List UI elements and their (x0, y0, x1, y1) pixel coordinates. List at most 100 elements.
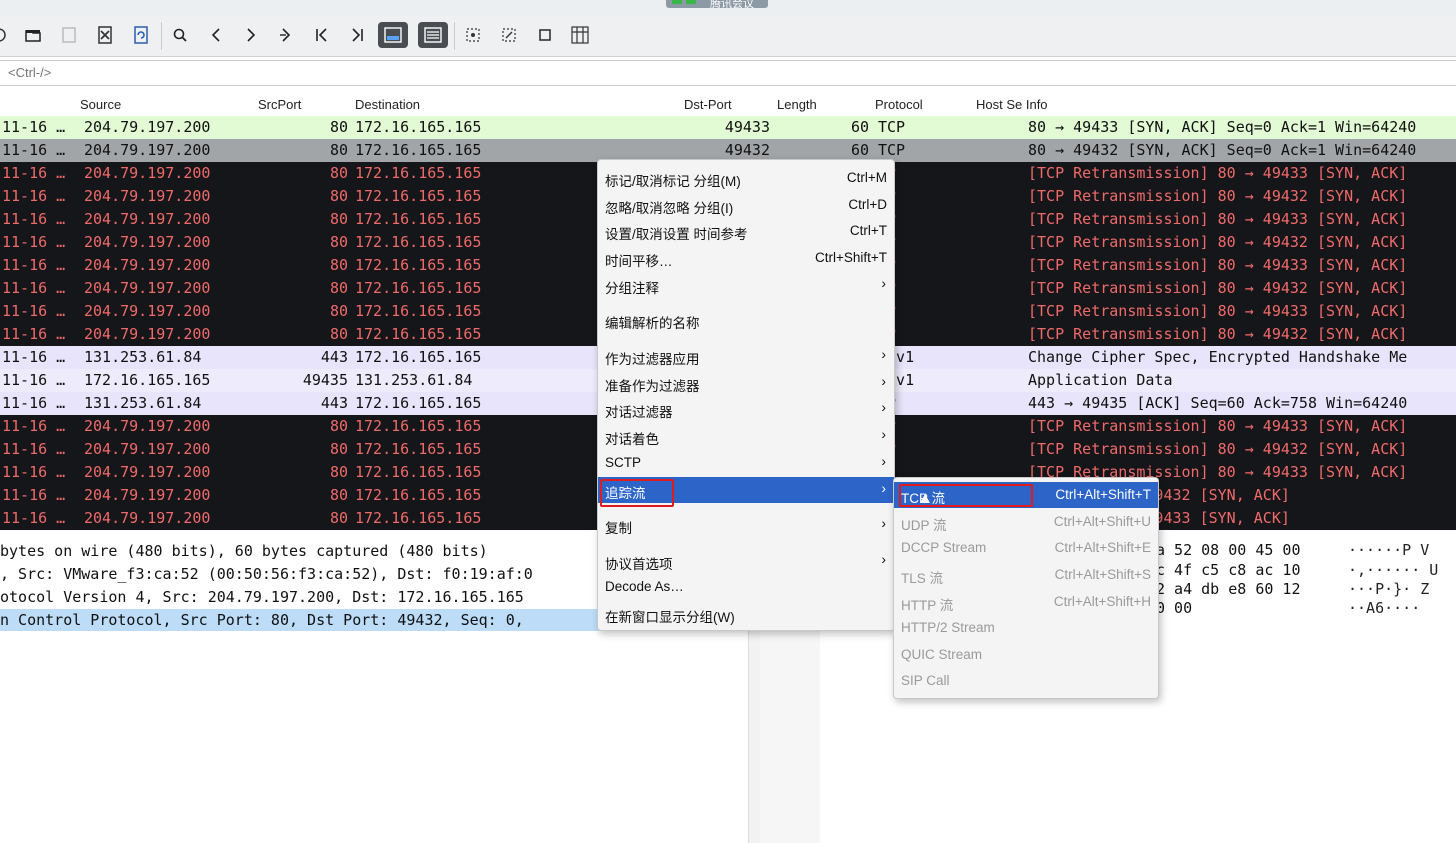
cell-len: 60 (850, 118, 869, 136)
cell-info: 80 → 49433 [SYN, ACK] Seq=0 Ack=1 Win=64… (1028, 118, 1417, 136)
cell-info: [TCP Retransmission] 80 → 49433 [SYN, AC… (1028, 417, 1408, 435)
autoscroll-icon[interactable] (378, 22, 408, 48)
cell-dst: 172.16.165.165 (355, 302, 482, 320)
cell-info: [TCP Retransmission] 80 → 49433 [SYN, AC… (1028, 164, 1408, 182)
cell-time: 11-16 … (2, 187, 66, 205)
chevron-right-icon: › (881, 480, 886, 496)
bytes-hex: 2 a4 db e8 60 12 (1156, 580, 1301, 598)
circle-partial-icon[interactable] (0, 22, 14, 48)
submenu-item-quic-stream[interactable]: QUIC Stream (894, 642, 1158, 668)
last-packet-icon[interactable] (342, 22, 372, 48)
menu-item-copy[interactable]: 复制 › (598, 512, 894, 538)
column-header-length[interactable]: Length (777, 97, 817, 112)
resize-columns-icon[interactable] (565, 22, 595, 48)
menu-item-shortcut: Ctrl+D (848, 197, 887, 212)
menu-item-edit-resolved-name[interactable]: 编辑解析的名称 (598, 307, 894, 333)
forward-icon[interactable] (236, 22, 266, 48)
column-header-protocol[interactable]: Protocol (875, 97, 923, 112)
submenu-item-label: HTTP/2 Stream (901, 620, 995, 635)
chevron-right-icon: › (881, 346, 886, 362)
first-packet-icon[interactable] (307, 22, 337, 48)
bytes-hex: c 4f c5 c8 ac 10 (1156, 561, 1301, 579)
close-file-icon[interactable] (90, 22, 120, 48)
cell-src: 131.253.61.84 (84, 394, 202, 412)
menu-item-colorize-conversation[interactable]: 对话着色 › (598, 423, 894, 449)
submenu-item-shortcut: Ctrl+Alt+Shift+S (1054, 567, 1151, 582)
column-header-info[interactable]: Host Se Info (976, 97, 1048, 112)
submenu-item-shortcut: Ctrl+Alt+Shift+U (1053, 514, 1151, 529)
submenu-item-shortcut: Ctrl+Alt+Shift+H (1053, 594, 1151, 609)
submenu-item-udp-stream[interactable]: UDP 流 Ctrl+Alt+Shift+U (894, 509, 1158, 535)
menu-item-protocol-preferences[interactable]: 协议首选项 › (598, 548, 894, 574)
cell-sport: 80 (329, 210, 348, 228)
cell-sport: 80 (329, 509, 348, 527)
cell-dst: 172.16.165.165 (355, 210, 482, 228)
submenu-item-http-stream[interactable]: HTTP 流 Ctrl+Alt+Shift+H (894, 589, 1158, 615)
display-filter-input[interactable] (6, 64, 610, 81)
submenu-item-shortcut: Ctrl+Alt+Shift+T (1055, 487, 1151, 502)
find-icon[interactable] (165, 22, 195, 48)
menu-item-show-in-new-window[interactable]: 在新窗口显示分组(W) (598, 601, 894, 627)
column-header-dstport[interactable]: Dst-Port (684, 97, 732, 112)
menu-item-decode-as[interactable]: Decode As… (598, 574, 894, 600)
cell-src: 131.253.61.84 (84, 348, 202, 366)
cell-time: 11-16 … (2, 210, 66, 228)
column-header-srcport[interactable]: SrcPort (258, 97, 301, 112)
cell-dst: 172.16.165.165 (355, 325, 482, 343)
submenu-item-label: QUIC Stream (901, 647, 983, 662)
colorize-icon[interactable] (418, 22, 448, 48)
menu-item-sctp[interactable]: SCTP › (598, 450, 894, 476)
cell-time: 11-16 … (2, 394, 66, 412)
cell-sport: 80 (329, 141, 348, 159)
menu-item-label: 对话着色 (605, 432, 659, 447)
menu-item-label: 协议首选项 (605, 557, 673, 572)
normal-size-icon[interactable] (530, 22, 560, 48)
menu-item-label: SCTP (605, 455, 642, 470)
cell-len: 60 (850, 141, 869, 159)
menu-item-mark-packet[interactable]: 标记/取消标记 分组(M) Ctrl+M (598, 165, 894, 191)
zoom-out-icon[interactable] (494, 22, 524, 48)
back-icon[interactable] (201, 22, 231, 48)
cell-dport: 49432 (724, 141, 770, 159)
submenu-item-http2-stream[interactable]: HTTP/2 Stream (894, 615, 1158, 641)
bytes-ascii: ······P V (1348, 541, 1430, 559)
cell-src: 204.79.197.200 (84, 141, 211, 159)
cell-dst: 172.16.165.165 (355, 463, 482, 481)
cell-sport: 80 (329, 325, 348, 343)
cell-sport: 80 (329, 486, 348, 504)
toolbar-separator (161, 22, 162, 50)
cell-dst: 172.16.165.165 (355, 486, 482, 504)
menu-item-prepare-as-filter[interactable]: 准备作为过滤器 › (598, 370, 894, 396)
column-header-source[interactable]: Source (80, 97, 121, 112)
menu-item-label: 设置/取消设置 时间参考 (605, 227, 748, 242)
cell-src: 204.79.197.200 (84, 187, 211, 205)
cell-src: 204.79.197.200 (84, 302, 211, 320)
submenu-item-sip-call[interactable]: SIP Call (894, 668, 1158, 694)
folder-open-icon[interactable] (18, 22, 48, 48)
menu-item-label: 标记/取消标记 分组(M) (605, 174, 741, 189)
cell-src: 204.79.197.200 (84, 325, 211, 343)
menu-item-ignore-packet[interactable]: 忽略/取消忽略 分组(I) Ctrl+D (598, 192, 894, 218)
chevron-right-icon: › (881, 515, 886, 531)
zoom-in-icon[interactable] (458, 22, 488, 48)
go-to-packet-icon[interactable] (271, 22, 301, 48)
table-row[interactable]: 11-16 … 204.79.197.200 80 172.16.165.165 494… (0, 116, 1456, 139)
submenu-item-dccp-stream[interactable]: DCCP Stream Ctrl+Alt+Shift+E (894, 535, 1158, 561)
cell-info: [TCP Retransmission] 80 → 49432 [SYN, AC… (1028, 233, 1408, 251)
cell-sport: 80 (329, 440, 348, 458)
menu-item-time-reference[interactable]: 设置/取消设置 时间参考 Ctrl+T (598, 218, 894, 244)
submenu-item-shortcut: Ctrl+Alt+Shift+E (1054, 540, 1151, 555)
menu-item-conversation-filter[interactable]: 对话过滤器 › (598, 396, 894, 422)
chevron-right-icon: › (881, 399, 886, 415)
cell-src: 204.79.197.200 (84, 440, 211, 458)
reload-icon[interactable] (126, 22, 156, 48)
save-icon[interactable] (54, 22, 84, 48)
menu-item-apply-as-filter[interactable]: 作为过滤器应用 › (598, 343, 894, 369)
cell-time: 11-16 … (2, 325, 66, 343)
chevron-right-icon: › (881, 275, 886, 291)
cell-time: 11-16 … (2, 371, 66, 389)
menu-item-time-shift[interactable]: 时间平移… Ctrl+Shift+T (598, 245, 894, 271)
menu-item-packet-comment[interactable]: 分组注释 › (598, 272, 894, 298)
submenu-item-tls-stream[interactable]: TLS 流 Ctrl+Alt+Shift+S (894, 562, 1158, 588)
column-header-destination[interactable]: Destination (355, 97, 420, 112)
